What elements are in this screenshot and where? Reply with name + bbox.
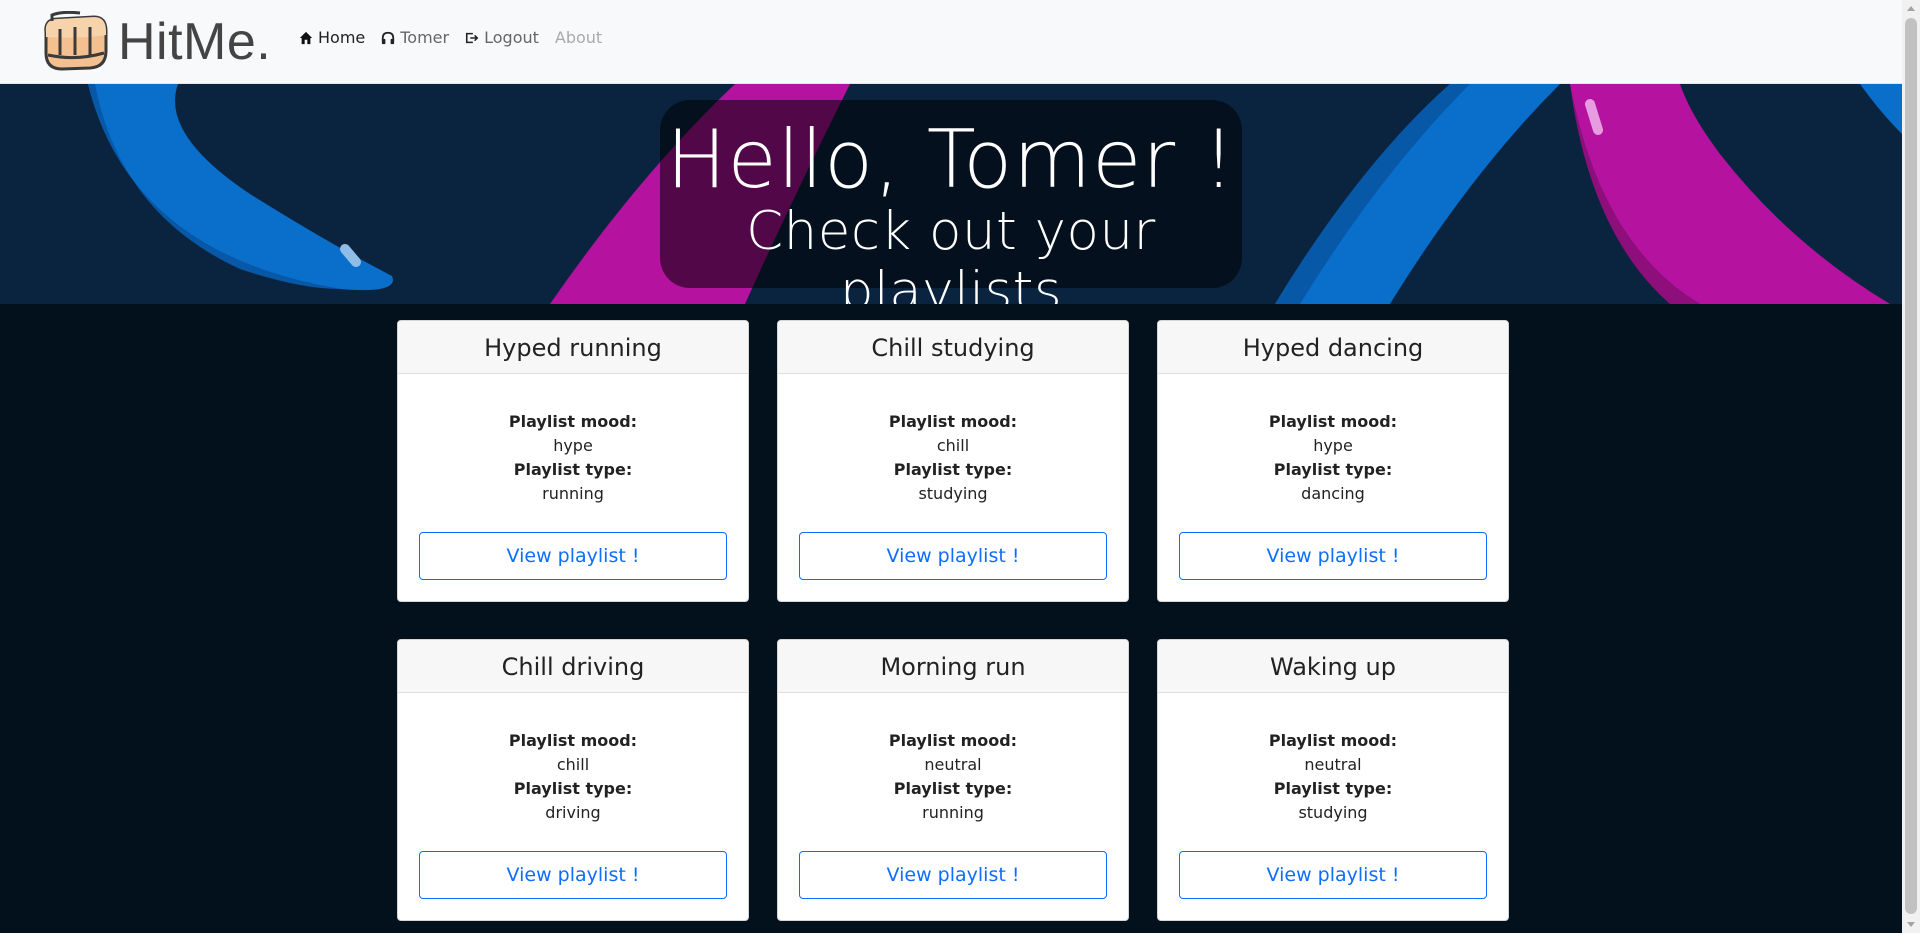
logout-icon — [466, 32, 479, 43]
nav-home-label: Home — [318, 28, 366, 47]
type-label: Playlist type: — [1273, 779, 1393, 798]
mood-label: Playlist mood: — [1268, 731, 1398, 750]
playlist-title: Morning run — [778, 640, 1128, 693]
page-scrollbar[interactable] — [1902, 0, 1920, 933]
type-value: studying — [918, 484, 988, 503]
mood-label: Playlist mood: — [508, 731, 638, 750]
nav-logout-link[interactable]: Logout — [465, 28, 539, 47]
mood-value: chill — [936, 436, 970, 455]
type-value: studying — [1298, 803, 1368, 822]
playlist-card: Chill driving Playlist mood: chill Playl… — [397, 639, 749, 921]
view-playlist-button[interactable]: View playlist ! — [1179, 851, 1487, 899]
view-playlist-button[interactable]: View playlist ! — [419, 851, 727, 899]
playlist-title: Hyped dancing — [1158, 321, 1508, 374]
view-playlist-button[interactable]: View playlist ! — [799, 851, 1107, 899]
main-nav: Home Tomer Logout About — [299, 28, 602, 47]
headphones-icon — [382, 31, 395, 44]
mood-value: hype — [553, 436, 593, 455]
brand[interactable]: HitMe. — [40, 8, 271, 76]
fist-logo-icon — [44, 11, 108, 71]
nav-user-label: Tomer — [400, 28, 450, 47]
mood-label: Playlist mood: — [888, 412, 1018, 431]
mood-label: Playlist mood: — [1268, 412, 1398, 431]
type-value: running — [542, 484, 604, 503]
nav-logout-label: Logout — [484, 28, 539, 47]
playlist-card: Hyped dancing Playlist mood: hype Playli… — [1157, 320, 1509, 602]
nav-home-link[interactable]: Home — [299, 28, 365, 47]
mood-label: Playlist mood: — [888, 731, 1018, 750]
type-label: Playlist type: — [893, 460, 1013, 479]
playlist-title: Chill driving — [398, 640, 748, 693]
playlist-title: Hyped running — [398, 321, 748, 374]
nav-about-label: About — [554, 28, 603, 47]
hero-banner: Hello, Tomer ! Check out your playlists — [0, 84, 1902, 304]
mood-label: Playlist mood: — [508, 412, 638, 431]
mood-value: neutral — [1304, 755, 1362, 774]
type-label: Playlist type: — [513, 460, 633, 479]
nav-about-link[interactable]: About — [555, 28, 602, 47]
type-value: running — [922, 803, 984, 822]
mood-value: hype — [1313, 436, 1353, 455]
mood-value: neutral — [924, 755, 982, 774]
view-playlist-button[interactable]: View playlist ! — [799, 532, 1107, 580]
scroll-thumb[interactable] — [1905, 18, 1917, 914]
type-label: Playlist type: — [893, 779, 1013, 798]
scroll-down-arrow-icon[interactable] — [1907, 922, 1915, 927]
hero-subtitle: Check out your playlists — [746, 201, 1156, 305]
type-label: Playlist type: — [513, 779, 633, 798]
playlist-title: Waking up — [1158, 640, 1508, 693]
playlist-card: Morning run Playlist mood: neutral Playl… — [777, 639, 1129, 921]
playlist-card: Chill studying Playlist mood: chill Play… — [777, 320, 1129, 602]
view-playlist-button[interactable]: View playlist ! — [1179, 532, 1487, 580]
mood-value: chill — [556, 755, 590, 774]
view-playlist-button[interactable]: View playlist ! — [419, 532, 727, 580]
nav-user-link[interactable]: Tomer — [381, 28, 449, 47]
playlist-card: Hyped running Playlist mood: hype Playli… — [397, 320, 749, 602]
home-icon — [299, 31, 313, 44]
navbar: HitMe. Home Tomer Logout About — [0, 0, 1902, 84]
brand-name: HitMe. — [118, 13, 272, 71]
type-value: driving — [545, 803, 601, 822]
hero-title: Hello, Tomer ! — [666, 113, 1236, 206]
type-label: Playlist type: — [1273, 460, 1393, 479]
scroll-up-arrow-icon[interactable] — [1907, 6, 1915, 11]
hero-greeting-box: Hello, Tomer ! Check out your playlists — [660, 100, 1242, 304]
playlist-card: Waking up Playlist mood: neutral Playlis… — [1157, 639, 1509, 921]
playlist-title: Chill studying — [778, 321, 1128, 374]
type-value: dancing — [1301, 484, 1365, 503]
